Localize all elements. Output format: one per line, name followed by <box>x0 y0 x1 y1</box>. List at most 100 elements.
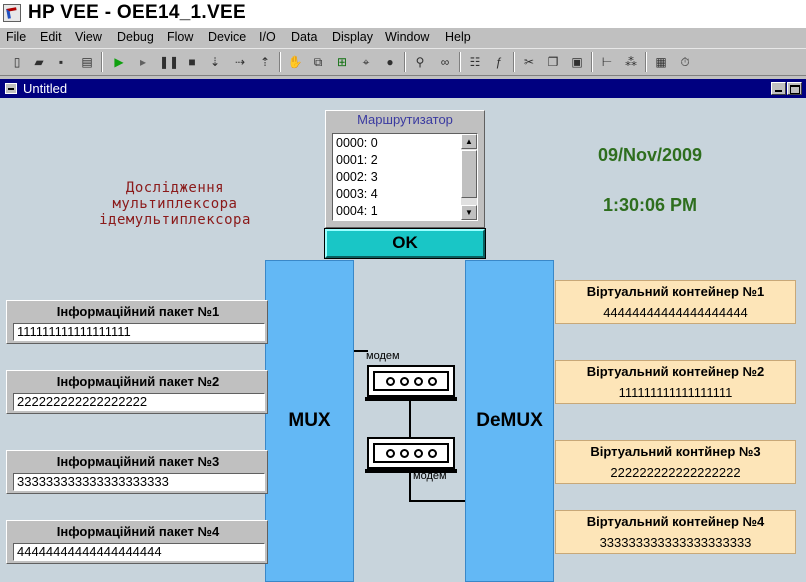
formula-icon[interactable]: ƒ <box>490 53 508 71</box>
info-packet-field[interactable]: 111111111111111111 <box>13 323 265 341</box>
mux-block: MUX <box>265 260 354 582</box>
info-packet-field[interactable]: 44444444444444444444 <box>13 543 265 561</box>
description-text: Дослідження мультиплексора ідемультиплек… <box>99 180 251 228</box>
save-icon[interactable]: ▪ <box>52 53 70 71</box>
virtual-container-3: Віртуальний контйнер №3 2222222222222222… <box>555 440 796 484</box>
info-packet-label: Інформаційний пакет №3 <box>56 454 220 469</box>
menu-help[interactable]: Help <box>445 30 471 44</box>
step-icon[interactable]: ▸ <box>134 53 152 71</box>
info-packet-3: Інформаційний пакет №3 33333333333333333… <box>6 450 268 494</box>
virtual-container-label: Віртуальний контейнер №1 <box>586 284 765 299</box>
record-icon[interactable]: ● <box>381 53 399 71</box>
virtual-container-value: 111111111111111111 <box>618 385 733 400</box>
find-icon[interactable]: ⚲ <box>411 53 429 71</box>
demux-label: DeMUX <box>476 410 543 431</box>
info-packet-4: Інформаційний пакет №4 44444444444444444… <box>6 520 268 564</box>
info-packet-label: Інформаційний пакет №2 <box>56 374 220 389</box>
scroll-up-icon[interactable]: ▲ <box>461 134 477 149</box>
menu-debug[interactable]: Debug <box>117 30 154 44</box>
menu-flow[interactable]: Flow <box>167 30 193 44</box>
minimize-button[interactable] <box>771 82 786 95</box>
virtual-container-label: Віртуальний контйнер №3 <box>590 444 761 459</box>
virtual-container-value: 333333333333333333333 <box>599 535 752 550</box>
list-item[interactable]: 0000: 0 <box>333 135 477 151</box>
step-over-icon[interactable]: ⇢ <box>231 53 249 71</box>
menu-bar: File Edit View Debug Flow Device I/O Dat… <box>0 28 806 48</box>
menu-edit[interactable]: Edit <box>40 30 62 44</box>
align-icon[interactable]: ⊢ <box>598 53 616 71</box>
run-icon[interactable]: ▶ <box>110 53 128 71</box>
virtual-container-value: 222222222222222222 <box>610 465 741 480</box>
menu-io[interactable]: I/O <box>259 30 276 44</box>
binoculars-icon[interactable]: ∞ <box>436 53 454 71</box>
list-item[interactable]: 0001: 2 <box>333 152 477 168</box>
timer-icon[interactable]: ⏱ <box>676 53 694 71</box>
info-packet-label: Інформаційний пакет №4 <box>56 524 220 539</box>
virtual-container-1: Віртуальний контейнер №1 444444444444444… <box>555 280 796 324</box>
virtual-container-2: Віртуальний контейнер №2 111111111111111… <box>555 360 796 404</box>
step-out-icon[interactable]: ⇡ <box>256 53 274 71</box>
system-menu-icon[interactable] <box>5 83 17 94</box>
inner-window-title-bar: Untitled <box>0 79 806 98</box>
modem-icon <box>365 365 457 401</box>
paste-icon[interactable]: ▣ <box>568 53 586 71</box>
hp-vee-logo-icon <box>3 4 21 22</box>
print-icon[interactable]: ▤ <box>78 53 96 71</box>
copy-object-icon[interactable]: ⧉ <box>309 53 327 71</box>
toolbar: ▯ ▰ ▪ ▤ ▶ ▸ ❚❚ ■ ⇣ ⇢ ⇡ ✋ ⧉ ⊞ ⌖ ● ⚲ ∞ ☷ ƒ… <box>0 48 806 76</box>
new-icon[interactable]: ▯ <box>8 53 26 71</box>
clean-up-icon[interactable]: ⁂ <box>622 53 640 71</box>
workspace-panel: Дослідження мультиплексора ідемультиплек… <box>0 98 806 582</box>
title-bar: HP VEE - OEE14_1.VEE <box>0 0 806 28</box>
time-display: 1:30:06 PM <box>602 195 698 215</box>
modem-icon <box>365 437 457 473</box>
list-item[interactable]: 0004: 1 <box>333 203 477 219</box>
info-packet-field[interactable]: 222222222222222222 <box>13 393 265 411</box>
info-packet-2: Інформаційний пакет №2 22222222222222222… <box>6 370 268 414</box>
menu-display[interactable]: Display <box>332 30 373 44</box>
list-item[interactable]: 0002: 3 <box>333 169 477 185</box>
virtual-container-4: Віртуальний контейнер №4 333333333333333… <box>555 510 796 554</box>
demux-block: DeMUX <box>465 260 554 582</box>
connector-line <box>409 401 411 438</box>
connect-icon[interactable]: ⊞ <box>333 53 351 71</box>
scroll-thumb[interactable] <box>461 150 477 198</box>
menu-view[interactable]: View <box>75 30 102 44</box>
cut-icon[interactable]: ✂ <box>520 53 538 71</box>
open-icon[interactable]: ▰ <box>30 53 48 71</box>
info-packet-label: Інформаційний пакет №1 <box>56 304 220 319</box>
stop-icon[interactable]: ■ <box>183 53 201 71</box>
date-display: 09/Nov/2009 <box>597 145 703 165</box>
router-list[interactable]: 0000: 0 0001: 2 0002: 3 0003: 4 0004: 1 … <box>332 133 478 221</box>
maximize-button[interactable] <box>787 82 802 95</box>
scroll-down-icon[interactable]: ▼ <box>461 205 477 220</box>
virtual-container-label: Віртуальний контейнер №2 <box>586 364 765 379</box>
menu-data[interactable]: Data <box>291 30 317 44</box>
list-item[interactable]: 0003: 4 <box>333 186 477 202</box>
connector-line <box>409 500 465 502</box>
info-packet-field[interactable]: 333333333333333333333 <box>13 473 265 491</box>
copy-icon[interactable]: ❐ <box>544 53 562 71</box>
step-into-icon[interactable]: ⇣ <box>206 53 224 71</box>
line-probe-icon[interactable]: ⌖ <box>357 53 375 71</box>
app-title: HP VEE - OEE14_1.VEE <box>28 2 246 23</box>
router-listbox: Маршрутизатор 0000: 0 0001: 2 0002: 3 00… <box>325 110 485 228</box>
menu-file[interactable]: File <box>6 30 26 44</box>
router-scrollbar[interactable]: ▲ ▼ <box>461 134 477 220</box>
virtual-container-label: Віртуальний контейнер №4 <box>586 514 765 529</box>
ok-button[interactable]: OK <box>324 228 486 259</box>
menu-device[interactable]: Device <box>208 30 246 44</box>
menu-window[interactable]: Window <box>385 30 429 44</box>
router-title: Маршрутизатор <box>357 112 453 127</box>
modem-label: модем <box>366 350 400 362</box>
app-window: HP VEE - OEE14_1.VEE File Edit View Debu… <box>0 0 806 582</box>
virtual-container-value: 44444444444444444444 <box>603 305 748 320</box>
modem-label: модем <box>413 470 447 482</box>
properties-icon[interactable]: ☷ <box>466 53 484 71</box>
pause-icon[interactable]: ❚❚ <box>159 53 179 71</box>
info-packet-1: Інформаційний пакет №1 11111111111111111… <box>6 300 268 344</box>
inner-window-title: Untitled <box>23 81 68 96</box>
mux-label: MUX <box>288 410 331 431</box>
panel-icon[interactable]: ▦ <box>652 53 670 71</box>
hand-icon[interactable]: ✋ <box>286 53 304 71</box>
